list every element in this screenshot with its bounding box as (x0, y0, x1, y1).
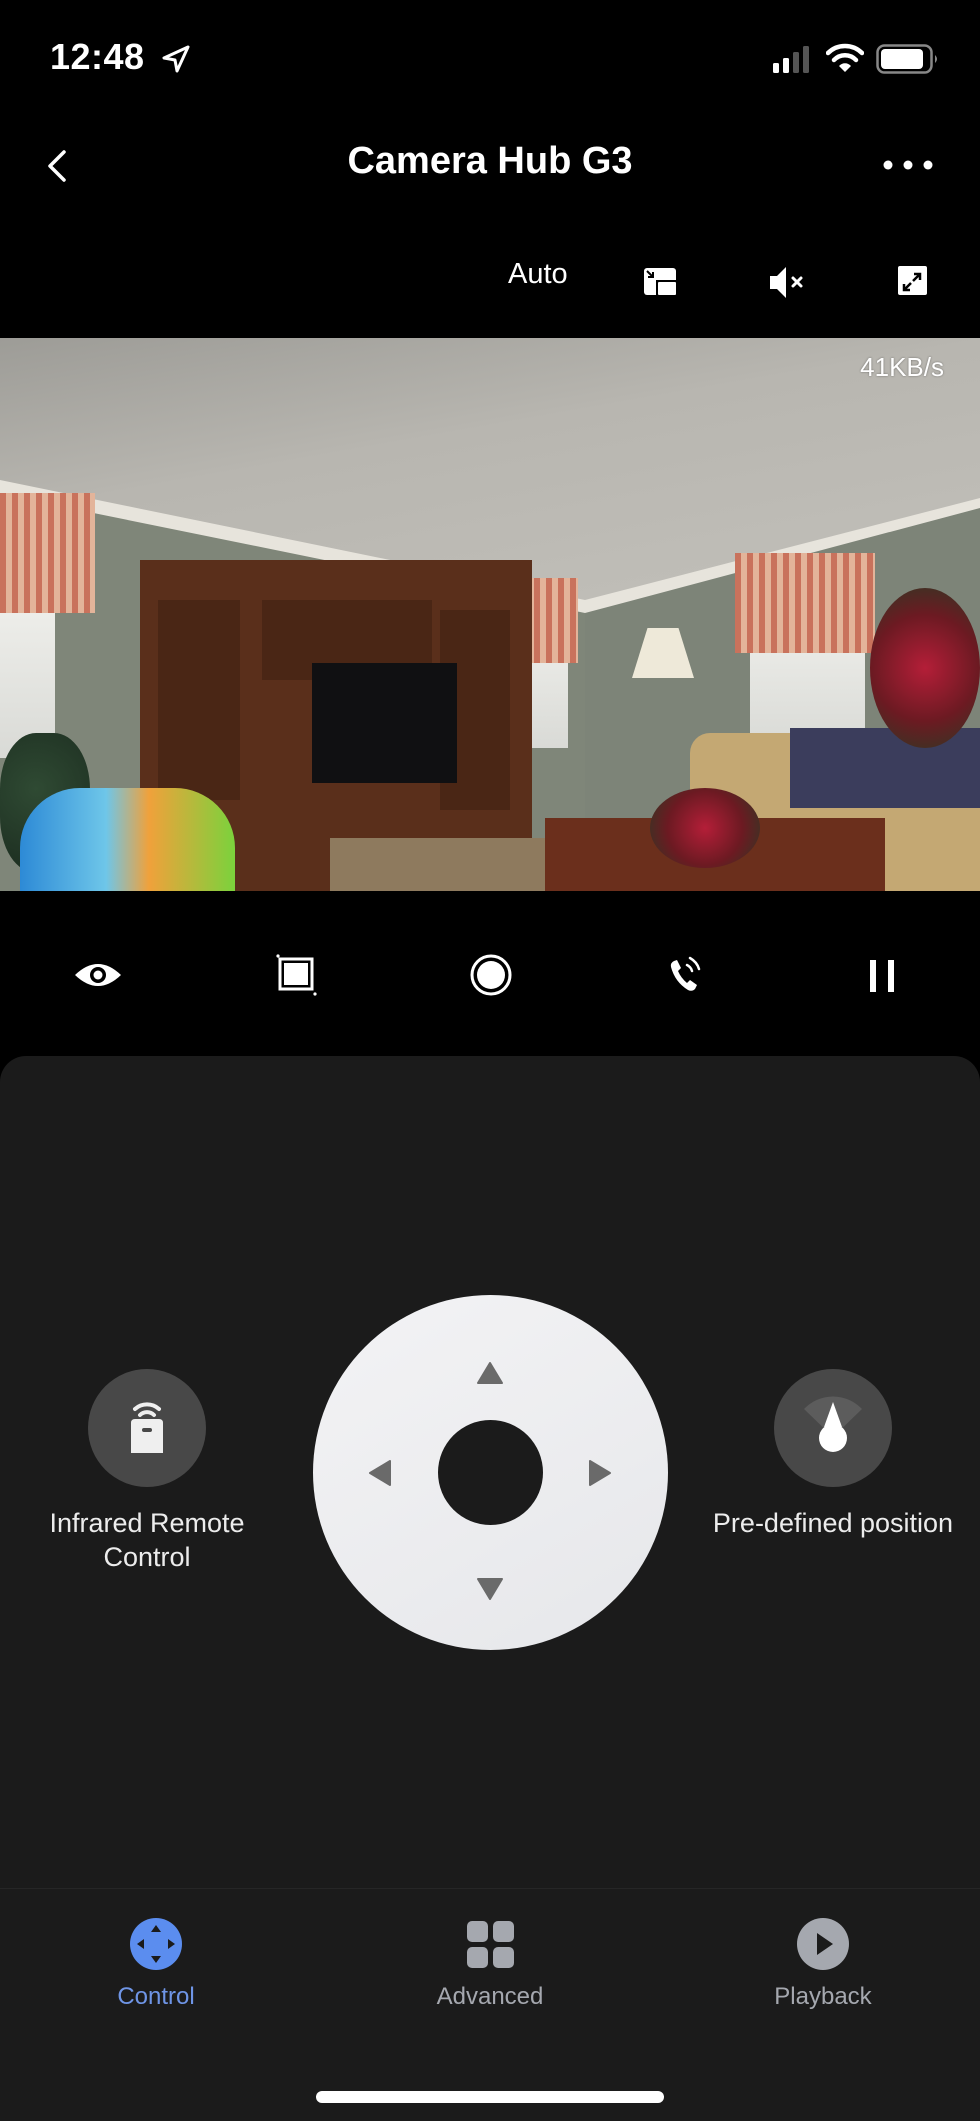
phone-call-icon[interactable] (657, 951, 711, 999)
bottom-tab-bar: Control Advanced Playback (0, 1888, 980, 2121)
arrow-up-icon[interactable] (472, 1355, 508, 1391)
grid-icon (467, 1921, 514, 1968)
joystick-center-button[interactable] (438, 1420, 543, 1525)
scene-flowers (650, 788, 760, 868)
ir-remote-button[interactable] (88, 1369, 206, 1487)
arrow-down-icon[interactable] (472, 1571, 508, 1607)
play-circle-icon (797, 1918, 849, 1970)
tab-label: Playback (774, 1983, 872, 2010)
scene-toy (20, 788, 235, 891)
ir-remote-label: Infrared Remote Control (49, 1508, 245, 1572)
tab-label: Advanced (436, 1983, 544, 2010)
live-controls (0, 891, 980, 1056)
control-panel: Infrared Remote Control Pre-defined posi… (0, 1056, 980, 1889)
video-feed[interactable]: 41KB/s (0, 338, 980, 891)
tab-label: Control (117, 1983, 195, 2010)
status-bar: 12:48 (0, 0, 980, 120)
home-indicator[interactable] (316, 2091, 664, 2103)
preset-position-button[interactable] (774, 1369, 892, 1487)
tab-playback[interactable]: Playback (733, 1917, 913, 2017)
crop-capture-icon[interactable] (268, 951, 322, 999)
location-arrow-icon (162, 45, 190, 73)
scene-blanket (790, 728, 980, 808)
arrow-right-icon[interactable] (581, 1455, 617, 1491)
picture-in-picture-icon[interactable] (638, 262, 682, 302)
fullscreen-expand-icon[interactable] (890, 262, 934, 302)
eye-icon[interactable] (71, 951, 125, 999)
more-options-button[interactable] (878, 150, 938, 180)
preset-position-icon (804, 1396, 862, 1452)
wifi-icon (826, 43, 864, 72)
ptz-control-icon (130, 1918, 182, 1970)
tab-advanced[interactable]: Advanced (400, 1917, 580, 2017)
ptz-joystick[interactable] (313, 1295, 668, 1650)
pause-icon[interactable] (855, 951, 909, 999)
ir-remote-icon (131, 1402, 163, 1453)
status-time: 12:48 (50, 36, 145, 77)
tab-control[interactable]: Control (66, 1917, 246, 2017)
page-title: Camera Hub G3 (347, 140, 633, 182)
scene-tv (312, 663, 457, 783)
scene-curtain (0, 493, 95, 613)
battery-icon (876, 44, 937, 74)
arrow-left-icon[interactable] (363, 1455, 399, 1491)
speaker-muted-icon[interactable] (767, 262, 811, 302)
record-icon[interactable] (464, 951, 518, 999)
cellular-signal-icon (773, 46, 809, 73)
quality-selector[interactable]: Auto (508, 258, 568, 291)
bitrate-indicator: 41KB/s (860, 352, 944, 382)
header: Camera Hub G3 (0, 120, 980, 220)
video-toolbar: Auto (0, 240, 980, 338)
scene-flowers (870, 588, 980, 748)
scene-curtain (735, 553, 875, 653)
preset-position-label: Pre-defined position (712, 1508, 954, 1538)
